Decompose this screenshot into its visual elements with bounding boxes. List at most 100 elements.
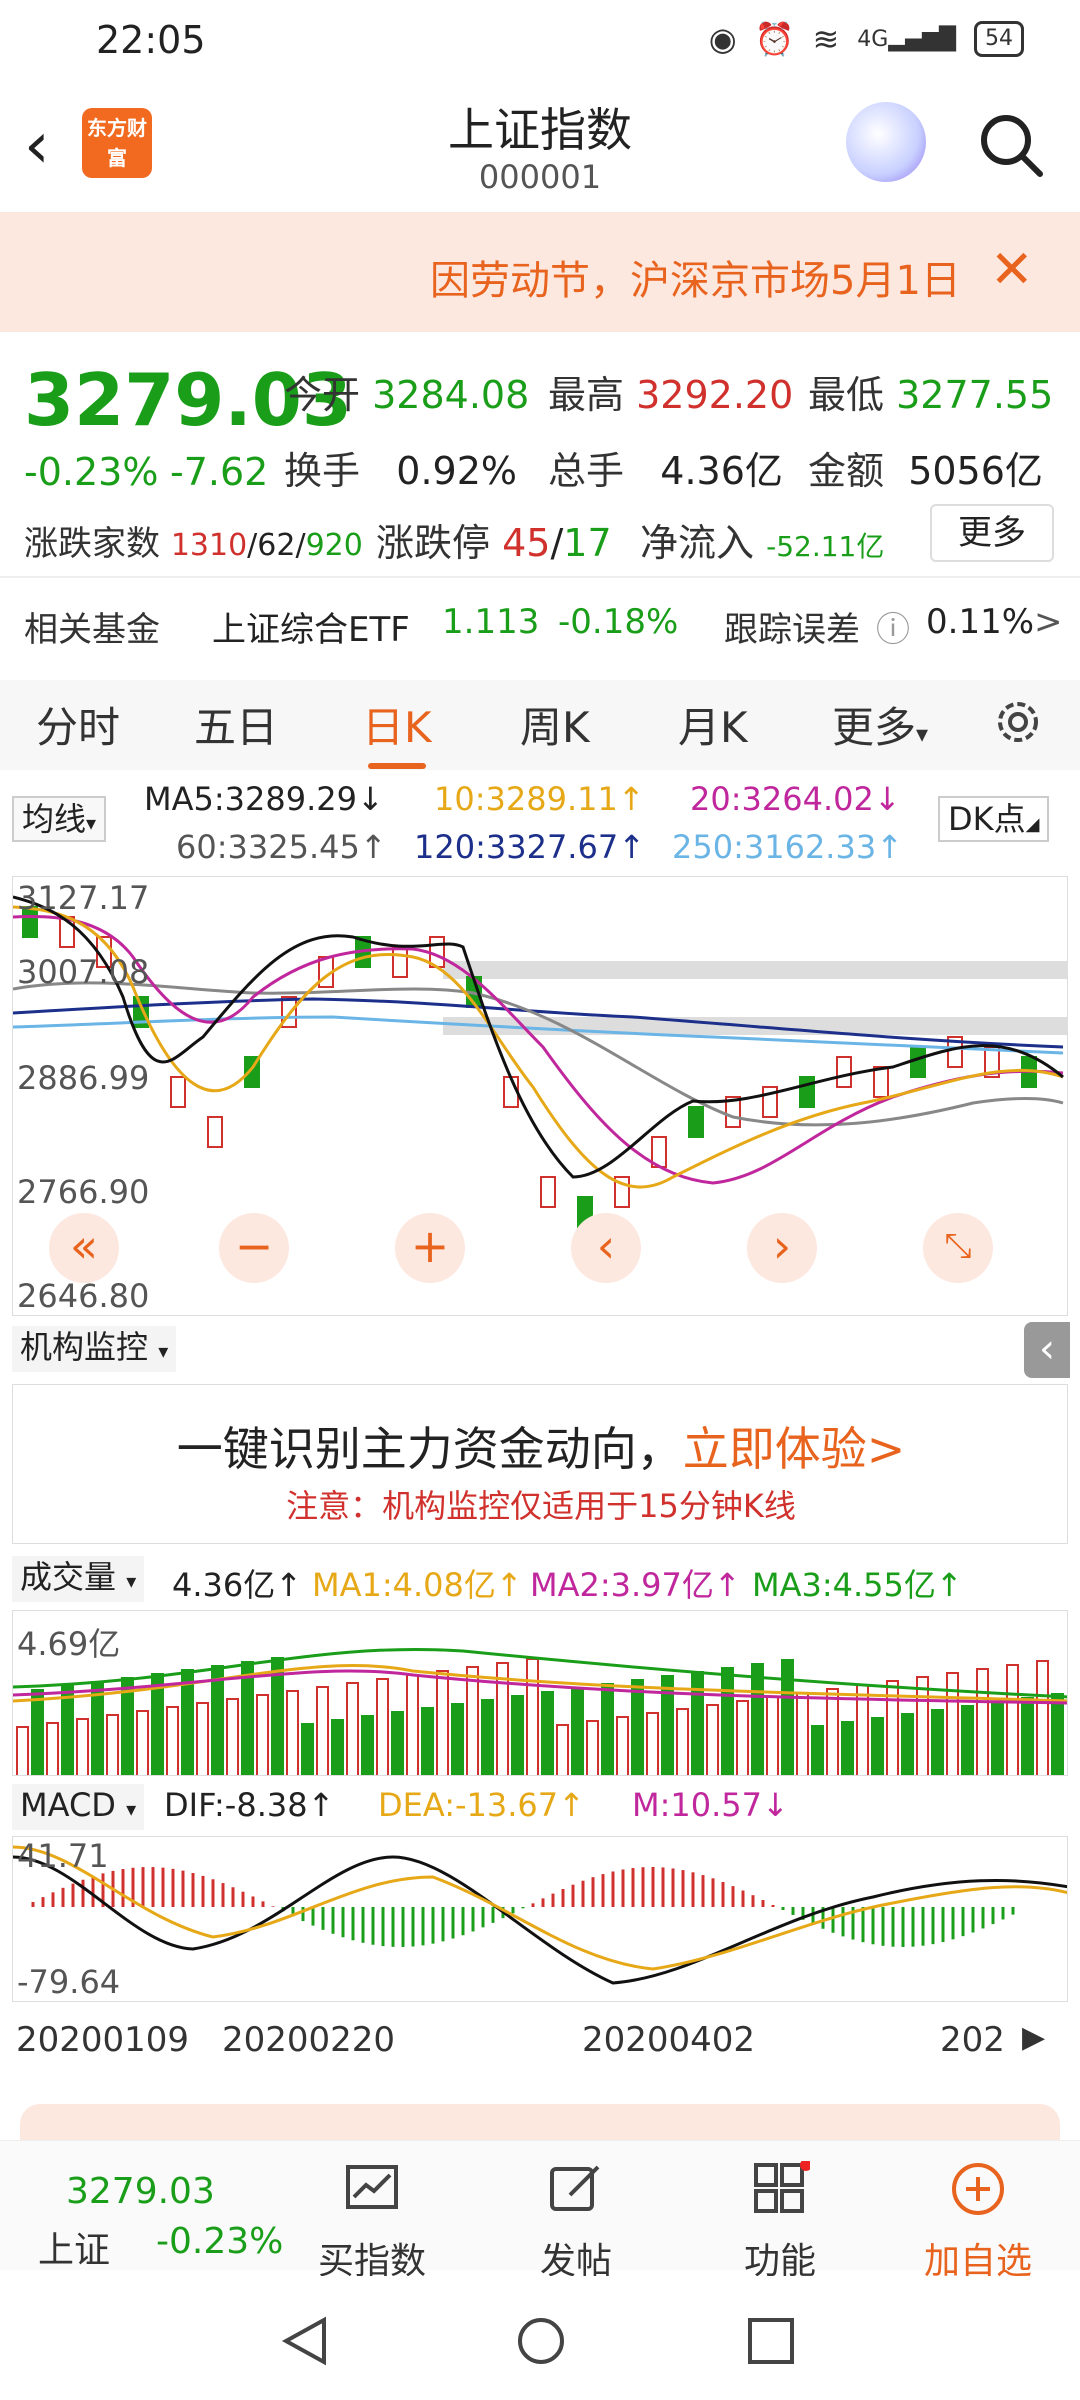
volume-bar bbox=[346, 1682, 359, 1775]
volume-bar bbox=[451, 1703, 464, 1775]
notice-banner[interactable]: 因劳动节，沪深京市场5月1日 ✕ bbox=[0, 212, 1080, 332]
volume-bar bbox=[16, 1726, 29, 1775]
tab-monthly-k[interactable]: 月K bbox=[678, 694, 748, 755]
volume-bar bbox=[226, 1698, 239, 1775]
monitor-note: 注意：机构监控仅适用于15分钟K线 bbox=[286, 1487, 796, 1525]
macd-svg bbox=[13, 1845, 1067, 1985]
scroll-right-icon[interactable]: › bbox=[747, 1213, 817, 1283]
more-button[interactable]: 更多 bbox=[930, 504, 1054, 562]
inflow-field: 净流入 -52.11亿 bbox=[640, 521, 885, 565]
volume-chart[interactable]: 4.69亿 bbox=[12, 1610, 1068, 1776]
bottom-index-name[interactable]: 上证 bbox=[38, 2221, 110, 2273]
fund-label: 相关基金 bbox=[24, 610, 160, 650]
tab-intraday[interactable]: 分时 bbox=[36, 694, 120, 755]
macd-chart[interactable]: 41.71 -79.64 bbox=[12, 1836, 1068, 2002]
kline-candle bbox=[392, 946, 408, 978]
date-label: 20200402 bbox=[582, 2020, 756, 2060]
change-value: -7.62 bbox=[170, 450, 269, 494]
grid-icon bbox=[754, 2159, 812, 2213]
nav-home-icon[interactable] bbox=[516, 2316, 566, 2366]
ad-strip[interactable] bbox=[20, 2104, 1060, 2144]
zoom-in-icon[interactable]: + bbox=[395, 1213, 465, 1283]
function-button[interactable]: 功能 bbox=[744, 2159, 816, 2284]
volume-bar bbox=[871, 1717, 884, 1775]
volume-bar bbox=[631, 1679, 644, 1775]
volume-bar bbox=[436, 1670, 449, 1775]
macd-selector[interactable]: MACD ▾ bbox=[12, 1784, 145, 1830]
volume-bar bbox=[241, 1661, 254, 1775]
nav-recents-icon[interactable] bbox=[746, 2316, 796, 2366]
monitor-selector[interactable]: 机构监控 ▾ bbox=[12, 1326, 177, 1372]
kline-chart[interactable]: 3127.17 3007.08 2886.99 2766.90 2646.80 … bbox=[12, 876, 1068, 1316]
kline-y-label: 2886.99 bbox=[17, 1059, 150, 1097]
volume-bar bbox=[721, 1667, 734, 1775]
search-icon[interactable] bbox=[976, 110, 1046, 180]
tab-weekly-k[interactable]: 周K bbox=[520, 694, 590, 755]
volume-bar bbox=[1036, 1660, 1049, 1775]
bottom-index-change[interactable]: -0.23% bbox=[156, 2221, 283, 2262]
volume-selector[interactable]: 成交量 ▾ bbox=[12, 1556, 145, 1602]
nav-back-icon[interactable] bbox=[280, 2316, 330, 2366]
chevron-right-icon[interactable]: > bbox=[1034, 602, 1063, 642]
scroll-left-fast-icon[interactable]: « bbox=[49, 1213, 119, 1283]
gear-icon[interactable] bbox=[990, 694, 1046, 750]
side-panel-toggle-icon[interactable]: ‹ bbox=[1024, 1322, 1070, 1378]
add-watchlist-button[interactable]: 加自选 bbox=[924, 2161, 1032, 2284]
volume-bar bbox=[211, 1665, 224, 1775]
scroll-left-icon[interactable]: ‹ bbox=[571, 1213, 641, 1283]
volume-bar bbox=[601, 1683, 614, 1775]
eye-icon: ◉ bbox=[708, 20, 737, 58]
volume-bar bbox=[391, 1711, 404, 1775]
wifi-icon: ≋ bbox=[812, 20, 840, 58]
volume-bar bbox=[256, 1694, 269, 1775]
post-button[interactable]: 发帖 bbox=[540, 2161, 612, 2284]
fullscreen-icon[interactable]: ⤡ bbox=[923, 1213, 993, 1283]
volume-bar bbox=[766, 1696, 779, 1775]
system-nav-bar bbox=[0, 2276, 1080, 2400]
tracking-value: 0.11% bbox=[926, 602, 1035, 642]
volume-svg bbox=[13, 1647, 1067, 1775]
volume-bar bbox=[526, 1658, 539, 1775]
dk-point-button[interactable]: DK点◢ bbox=[938, 796, 1050, 842]
volume-bar bbox=[991, 1701, 1004, 1775]
ma60-label: 60:3325.45↑ bbox=[176, 828, 387, 866]
fund-change: -0.18% bbox=[558, 602, 679, 642]
volume-bar bbox=[691, 1671, 704, 1775]
volume-bar bbox=[541, 1691, 554, 1775]
bottom-index-price[interactable]: 3279.03 bbox=[66, 2171, 215, 2212]
zoom-out-icon[interactable]: − bbox=[219, 1213, 289, 1283]
ma120-label: 120:3327.67↑ bbox=[414, 828, 645, 866]
tab-daily-k[interactable]: 日K bbox=[362, 694, 432, 769]
institution-monitor-panel[interactable]: 一键识别主力资金动向，立即体验> 注意：机构监控仅适用于15分钟K线 bbox=[12, 1384, 1068, 1544]
volume-ma1: MA1:4.08亿↑ bbox=[312, 1566, 523, 1604]
edit-icon bbox=[550, 2165, 600, 2211]
volume-y-label: 4.69亿 bbox=[17, 1625, 121, 1663]
volume-bar bbox=[196, 1702, 209, 1775]
related-fund-row[interactable]: 相关基金 上证综合ETF 1.113 -0.18% 跟踪误差 ⓘ 0.11% > bbox=[0, 590, 1080, 660]
buy-index-button[interactable]: 买指数 bbox=[318, 2161, 426, 2284]
volume-bar bbox=[916, 1676, 929, 1775]
fund-price: 1.113 bbox=[442, 602, 540, 642]
kline-candle bbox=[910, 1046, 926, 1078]
date-label: 20200109 bbox=[16, 2020, 190, 2060]
ma-selector[interactable]: 均线▾ bbox=[12, 796, 107, 842]
turnover-field: 换手 0.92% bbox=[284, 449, 517, 493]
play-icon[interactable]: ▶ bbox=[1022, 2020, 1045, 2055]
tab-more[interactable]: 更多▾ bbox=[832, 694, 928, 755]
kline-candle bbox=[540, 1176, 556, 1208]
help-icon[interactable]: ⓘ bbox=[876, 602, 910, 651]
volume-bar bbox=[136, 1710, 149, 1775]
macd-m: M:10.57↓ bbox=[632, 1786, 789, 1824]
volume-bar bbox=[1006, 1664, 1019, 1775]
low-field: 最低 3277.55 bbox=[808, 373, 1054, 417]
date-label: 202 bbox=[940, 2020, 1005, 2060]
volume-bar bbox=[31, 1689, 44, 1775]
volume-ma2: MA2:3.97亿↑ bbox=[530, 1566, 741, 1604]
volume-field: 总手 4.36亿 bbox=[548, 449, 783, 493]
tab-five-day[interactable]: 五日 bbox=[194, 694, 278, 755]
assistant-robot-icon[interactable] bbox=[846, 102, 926, 182]
volume-bar bbox=[481, 1699, 494, 1775]
ma250-label: 250:3162.33↑ bbox=[672, 828, 903, 866]
volume-bar bbox=[586, 1720, 599, 1775]
close-icon[interactable]: ✕ bbox=[990, 240, 1034, 300]
